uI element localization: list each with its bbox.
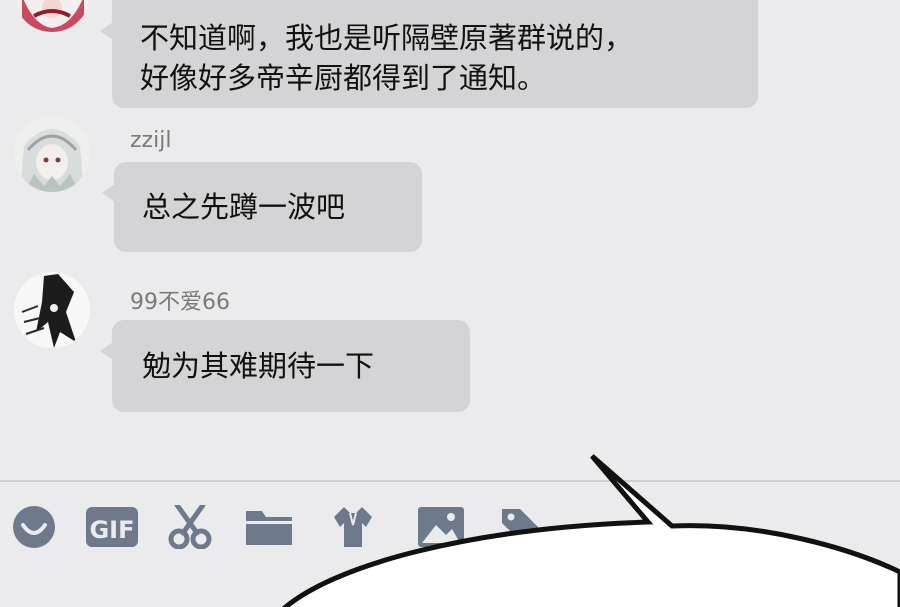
- message-text-line: 勉为其难期待一下: [142, 349, 375, 383]
- avatar-99bu-ai-66[interactable]: [14, 272, 90, 348]
- sender-name: zzijl: [130, 128, 172, 153]
- emoji-icon[interactable]: [11, 505, 57, 549]
- message-bubble-2: 总之先蹲一波吧: [102, 162, 422, 252]
- sender-name: 99不爱66: [130, 290, 230, 315]
- gif-label: GIF: [89, 516, 134, 544]
- message-bubble-3: 勉为其难期待一下: [100, 320, 470, 412]
- avatar-user-1[interactable]: [14, 0, 90, 32]
- shirt-icon[interactable]: [330, 505, 376, 549]
- message-bubble-1: 不知道啊，我也是听隔壁原著群说的， 好像好多帝辛厨都得到了通知。: [100, 0, 758, 108]
- chat-history: 不知道啊，我也是听隔壁原著群说的， 好像好多帝辛厨都得到了通知。 zzijl 总…: [0, 0, 900, 480]
- avatar-zzijl[interactable]: [14, 116, 90, 192]
- scissors-icon[interactable]: [167, 505, 213, 549]
- message-text-line: 不知道啊，我也是听隔壁原著群说的，: [140, 21, 634, 55]
- tag-icon[interactable]: [498, 505, 544, 549]
- message-text-line: 总之先蹲一波吧: [142, 190, 346, 224]
- gif-icon[interactable]: GIF: [86, 505, 138, 549]
- image-icon[interactable]: [418, 505, 464, 549]
- folder-icon[interactable]: [246, 505, 292, 549]
- message-text-line: 好像好多帝辛厨都得到了通知。: [140, 61, 547, 95]
